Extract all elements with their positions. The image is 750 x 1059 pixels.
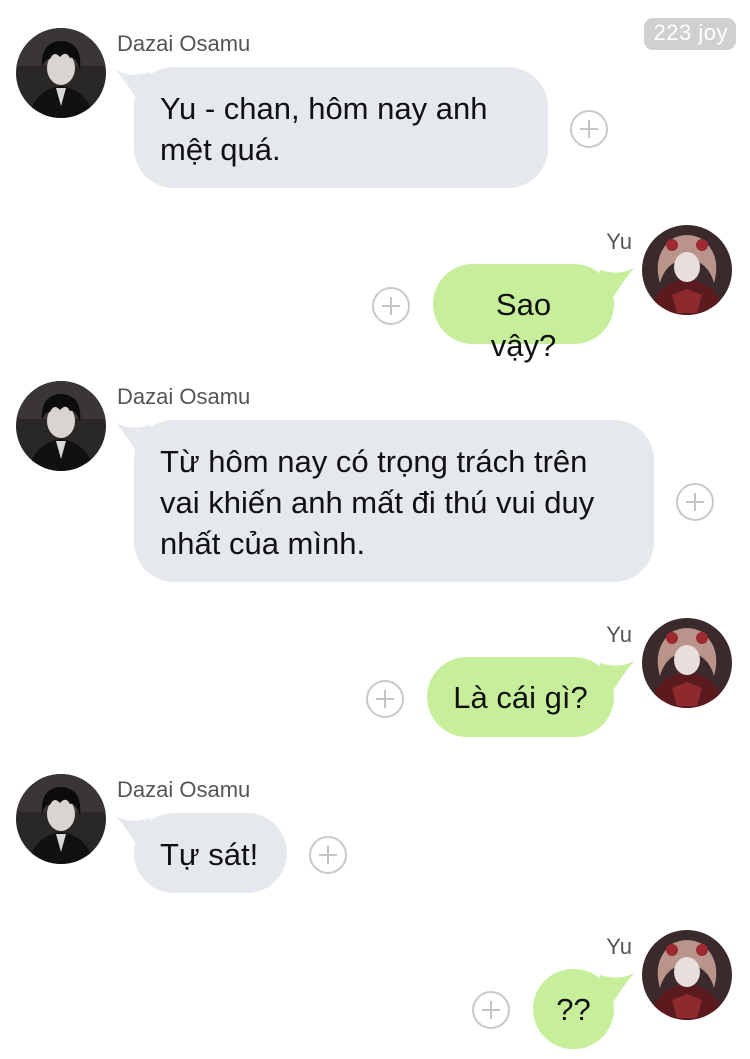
yu-avatar[interactable] <box>642 618 732 708</box>
message-text: Là cái gì? <box>453 680 588 715</box>
dazai-avatar[interactable] <box>16 28 106 118</box>
react-add-button[interactable] <box>472 991 510 1029</box>
sender-name: Yu <box>606 229 632 254</box>
yu-avatar[interactable] <box>642 225 732 315</box>
watermark-badge: 223 joy <box>643 18 736 50</box>
sender-name: Dazai Osamu <box>117 777 251 802</box>
sender-name: Yu <box>606 934 632 959</box>
yu-avatar[interactable] <box>642 930 732 1020</box>
message-bubble-incoming[interactable]: Tự sát! <box>134 813 287 893</box>
sender-name: Yu <box>606 622 632 647</box>
message-bubble-outgoing[interactable]: ?? <box>533 969 614 1049</box>
react-add-button[interactable] <box>676 483 714 521</box>
sender-name: Dazai Osamu <box>117 384 251 409</box>
message-text: Yu - chan, hôm nay anh mệt quá. <box>160 91 488 167</box>
message-bubble-incoming[interactable]: Yu - chan, hôm nay anh mệt quá. <box>134 67 548 188</box>
react-add-button[interactable] <box>309 836 347 874</box>
message-bubble-incoming[interactable]: Từ hôm nay có trọng trách trên vai khiến… <box>134 420 654 582</box>
message-bubble-outgoing[interactable]: Sao vậy? <box>433 264 614 363</box>
sender-name: Dazai Osamu <box>117 31 251 56</box>
message-text: ?? <box>556 992 591 1027</box>
react-add-button[interactable] <box>372 287 410 325</box>
dazai-avatar[interactable] <box>16 381 106 471</box>
dazai-avatar[interactable] <box>16 774 106 864</box>
react-add-button[interactable] <box>570 110 608 148</box>
message-text: Từ hôm nay có trọng trách trên vai khiến… <box>160 444 595 561</box>
message-text: Sao vậy? <box>490 287 557 363</box>
react-add-button[interactable] <box>366 680 404 718</box>
message-text: Tự sát! <box>160 837 259 872</box>
message-bubble-outgoing[interactable]: Là cái gì? <box>427 657 614 737</box>
